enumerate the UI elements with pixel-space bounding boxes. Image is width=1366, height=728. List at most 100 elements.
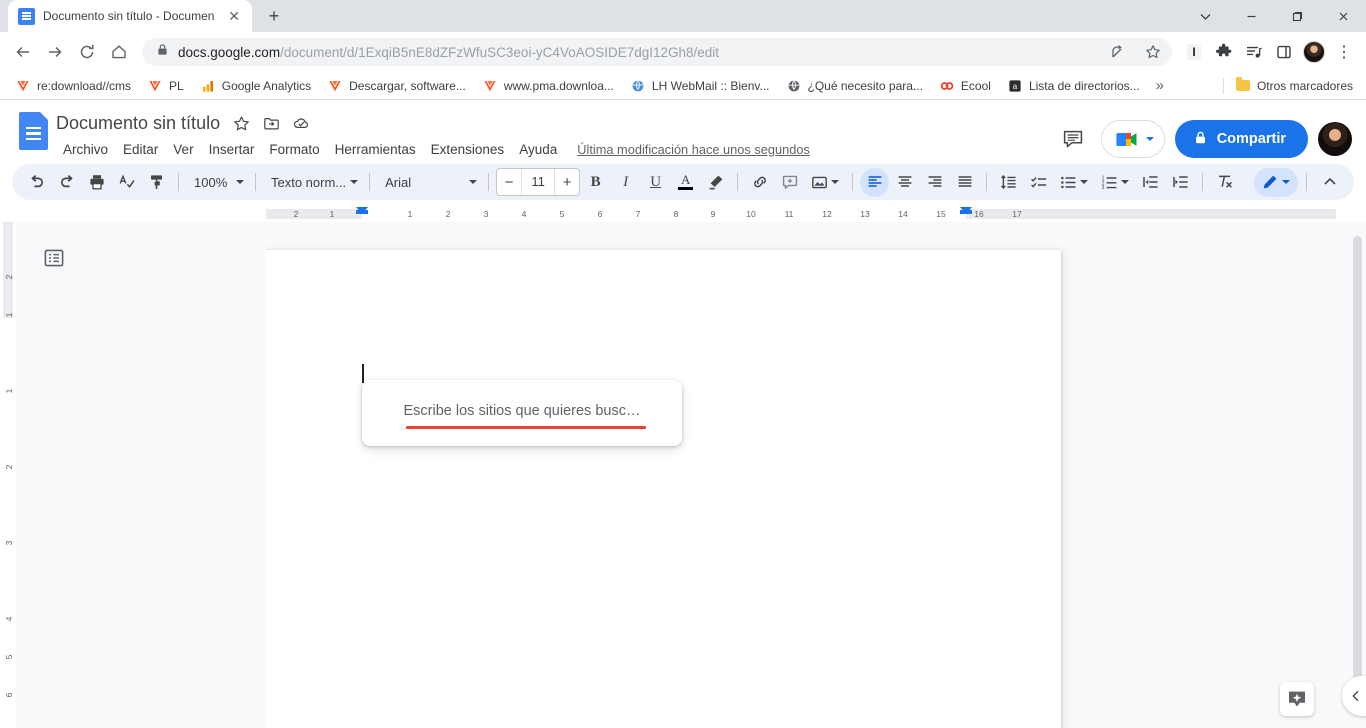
new-tab-button[interactable]: +	[260, 2, 288, 30]
clear-formatting-icon[interactable]	[1210, 168, 1239, 197]
checklist-icon[interactable]	[1024, 168, 1053, 197]
profile-avatar[interactable]	[1300, 37, 1328, 67]
menu-archivo[interactable]: Archivo	[56, 140, 115, 159]
google-meet-button[interactable]	[1100, 120, 1165, 158]
left-indent-marker[interactable]	[356, 207, 368, 214]
print-icon[interactable]	[82, 168, 111, 197]
collapse-toolbar-chevron-up-icon[interactable]	[1315, 168, 1344, 197]
reload-icon[interactable]	[72, 37, 102, 67]
font-size-decrease-button[interactable]: −	[497, 169, 521, 195]
vertical-ruler[interactable]: 2 1 1 2 3 4 5 6	[0, 222, 16, 728]
menu-herramientas[interactable]: Herramientas	[328, 140, 423, 159]
align-center-button[interactable]	[890, 168, 919, 197]
align-left-button[interactable]	[860, 167, 890, 197]
home-icon[interactable]	[104, 37, 134, 67]
saved-to-drive-cloud-icon[interactable]	[293, 115, 310, 132]
right-indent-marker[interactable]	[960, 207, 972, 214]
menu-ayuda[interactable]: Ayuda	[512, 140, 564, 159]
bookmark-item[interactable]: ¿Qué necesito para...	[779, 75, 930, 97]
font-family-select[interactable]: Arial	[377, 168, 481, 196]
window-close-icon[interactable]	[1320, 0, 1366, 32]
horizontal-ruler[interactable]: 2 1 1 2 3 4 5 6 7 8 9 10 11 12 13 14 15 …	[266, 206, 1336, 222]
numbered-list-button[interactable]: 123	[1095, 168, 1135, 197]
docs-toolbar: 100% Texto norm... Arial − 11 + B I U A	[12, 164, 1354, 200]
tab-search-chevron-down-icon[interactable]	[1182, 0, 1228, 32]
font-size-stepper[interactable]: − 11 +	[496, 168, 581, 196]
menu-editar[interactable]: Editar	[116, 140, 165, 159]
address-bar[interactable]: docs.google.com/document/d/1ExqiB5nE8dZF…	[142, 38, 1172, 66]
menu-insertar[interactable]: Insertar	[202, 140, 262, 159]
bookmark-item[interactable]: Ecool	[932, 75, 998, 97]
underline-button[interactable]: U	[641, 168, 670, 197]
close-icon[interactable]: ✕	[226, 9, 242, 23]
chevron-down-icon[interactable]	[1145, 137, 1154, 141]
share-icon[interactable]	[1105, 39, 1131, 65]
side-panel-icon[interactable]	[1270, 37, 1298, 67]
suggestion-card[interactable]: Escribe los sitios que quieres busc…	[362, 380, 682, 446]
star-icon[interactable]	[1140, 39, 1166, 65]
alexa-icon: a	[1007, 78, 1023, 94]
share-button[interactable]: Compartir	[1174, 120, 1308, 158]
user-avatar[interactable]	[1318, 122, 1352, 156]
bookmark-item[interactable]: Descargar, software...	[320, 75, 473, 97]
bookmark-item[interactable]: LH WebMail :: Bienv...	[623, 75, 777, 97]
other-bookmarks-button[interactable]: Otros marcadores	[1228, 75, 1360, 97]
bookmark-label: Ecool	[960, 78, 991, 93]
scrollbar-thumb[interactable]	[1353, 236, 1362, 712]
maximize-icon[interactable]	[1274, 0, 1320, 32]
document-page[interactable]: Escribe los sitios que quieres busc…	[266, 250, 1061, 728]
last-modified-link[interactable]: Última modificación hace unos segundos	[577, 142, 810, 157]
forward-icon[interactable]	[40, 37, 70, 67]
document-canvas[interactable]: Escribe los sitios que quieres busc…	[266, 222, 1366, 728]
google-docs-logo-icon[interactable]	[10, 108, 56, 152]
indent-decrease-icon[interactable]	[1136, 168, 1165, 197]
browser-tab[interactable]: Documento sin título - Documen ✕	[8, 0, 252, 32]
minimize-icon[interactable]	[1228, 0, 1274, 32]
menu-ver[interactable]: Ver	[166, 140, 200, 159]
insert-image-button[interactable]	[805, 168, 845, 197]
spellcheck-icon[interactable]	[112, 168, 141, 197]
extensions-puzzle-icon[interactable]	[1210, 37, 1238, 67]
docs-header: Documento sin título Archivo Editar Ver …	[0, 100, 1366, 164]
font-size-value[interactable]: 11	[521, 169, 556, 195]
paragraph-style-select[interactable]: Texto norm...	[263, 168, 362, 196]
bookmark-item[interactable]: Google Analytics	[193, 75, 318, 97]
font-size-increase-button[interactable]: +	[555, 169, 579, 195]
menu-extensiones[interactable]: Extensiones	[424, 140, 512, 159]
add-comment-icon[interactable]	[775, 168, 804, 197]
expand-side-panel-button[interactable]	[1342, 676, 1366, 716]
bookmark-item[interactable]: www.pma.downloa...	[475, 75, 621, 97]
line-spacing-icon[interactable]	[994, 168, 1023, 197]
indent-increase-icon[interactable]	[1166, 168, 1195, 197]
paint-format-icon[interactable]	[142, 168, 171, 197]
bookmark-item[interactable]: PL	[140, 75, 191, 97]
editing-mode-button[interactable]	[1254, 167, 1298, 197]
star-icon[interactable]	[233, 115, 250, 132]
page-title[interactable]: Documento sin título	[56, 113, 220, 134]
bookmark-label: PL	[169, 78, 184, 93]
bookmark-item[interactable]: re:download//cms	[8, 75, 138, 97]
browser-menu-icon[interactable]: ⋮	[1330, 37, 1358, 67]
undo-icon[interactable]	[22, 168, 51, 197]
bookmark-item[interactable]: a Lista de directorios...	[1000, 75, 1147, 97]
link-icon[interactable]	[745, 168, 774, 197]
text-color-button[interactable]: A	[671, 168, 700, 197]
back-icon[interactable]	[8, 37, 38, 67]
italic-button[interactable]: I	[611, 168, 640, 197]
move-to-folder-icon[interactable]	[263, 115, 280, 132]
bulleted-list-button[interactable]	[1054, 168, 1094, 197]
comment-history-icon[interactable]	[1055, 121, 1091, 157]
docs-favicon-icon	[18, 7, 35, 25]
align-justify-button[interactable]	[950, 168, 979, 197]
bold-button[interactable]: B	[581, 168, 610, 197]
zoom-select[interactable]: 100%	[186, 168, 248, 196]
bookmarks-overflow-button[interactable]: »	[1149, 77, 1171, 94]
menu-formato[interactable]: Formato	[262, 140, 326, 159]
explore-button[interactable]	[1280, 682, 1314, 716]
document-outline-icon[interactable]	[42, 246, 66, 270]
align-right-button[interactable]	[920, 168, 949, 197]
highlight-color-icon[interactable]	[701, 168, 730, 197]
reader-mode-badge[interactable]: I	[1180, 37, 1208, 67]
media-list-icon[interactable]	[1240, 37, 1268, 67]
redo-icon[interactable]	[52, 168, 81, 197]
